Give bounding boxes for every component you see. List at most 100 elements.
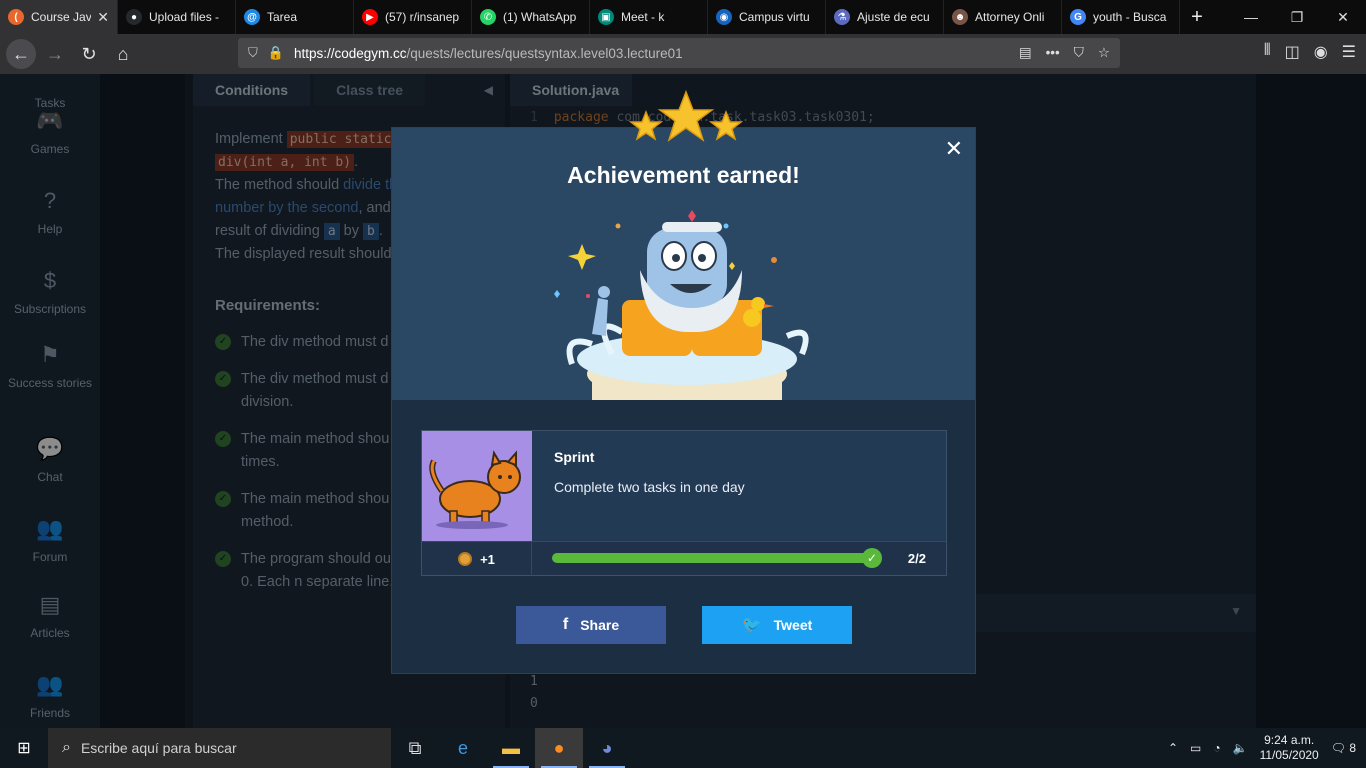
clock-date: 11/05/2020 bbox=[1259, 748, 1319, 762]
close-tab-icon[interactable]: ✕ bbox=[97, 9, 109, 26]
facebook-icon: f bbox=[562, 616, 569, 633]
restore-icon[interactable]: ❐ bbox=[1274, 0, 1320, 34]
url-host: https://codegym.cc bbox=[293, 45, 407, 61]
browser-tab[interactable]: ◉ Campus virtu bbox=[708, 0, 826, 34]
browser-tab[interactable]: ☻ Attorney Onli bbox=[944, 0, 1062, 34]
discord-icon[interactable]: ◕ bbox=[583, 728, 631, 768]
tab-label: Campus virtu bbox=[739, 10, 810, 24]
page-content: Tasks 🎮 Games? Help $ Subscriptions ⚑ Success s… bbox=[0, 74, 1366, 728]
tab-label: youth - Busca bbox=[1093, 10, 1167, 24]
tab-favicon-icon: ▶ bbox=[362, 9, 378, 25]
check-icon: ✓ bbox=[862, 548, 882, 568]
reload-icon[interactable]: ↻ bbox=[74, 39, 104, 69]
windows-taskbar: ⊞ ⌕ Escribe aquí para buscar ⧉ e ▬ ● ◕ ⌃ … bbox=[0, 728, 1366, 768]
home-icon[interactable]: ⌂ bbox=[108, 39, 138, 69]
tab-label: (57) r/insanep bbox=[385, 10, 460, 24]
menu-icon[interactable]: ☰ bbox=[1342, 42, 1356, 62]
tweet-button[interactable]: 🐦 Tweet bbox=[702, 606, 852, 644]
wifi-icon[interactable]: ◔ bbox=[1213, 741, 1220, 755]
share-button[interactable]: f Share bbox=[516, 606, 666, 644]
lock-icon: 🔒 bbox=[267, 45, 284, 60]
tab-favicon-icon: ✆ bbox=[480, 9, 496, 25]
system-tray: ⌃ ▭ ◔ 🔈 9:24 a.m. 11/05/2020 🗨 8 bbox=[1168, 733, 1366, 763]
tab-label: Upload files - bbox=[149, 10, 220, 24]
clock-time: 9:24 a.m. bbox=[1264, 733, 1315, 747]
tab-favicon-icon: ⚗ bbox=[834, 9, 850, 25]
achievement-modal: ✕ Achievement earned! Sprint Complete tw… bbox=[391, 89, 976, 674]
browser-tab[interactable]: ▶ (57) r/insanep bbox=[354, 0, 472, 34]
chevron-up-icon[interactable]: ⌃ bbox=[1168, 741, 1178, 755]
reward-value: +1 bbox=[480, 551, 495, 567]
progress-bar bbox=[552, 553, 878, 563]
achievement-description: Complete two tasks in one day bbox=[554, 479, 745, 495]
account-icon[interactable]: ◉ bbox=[1314, 42, 1328, 62]
more-actions-icon[interactable]: ••• bbox=[1046, 45, 1060, 61]
reader-view-icon[interactable]: ▤ bbox=[1019, 45, 1032, 61]
clock[interactable]: 9:24 a.m. 11/05/2020 bbox=[1260, 733, 1319, 763]
achievement-info: Sprint Complete two tasks in one day bbox=[532, 431, 946, 541]
tab-label: Attorney Onli bbox=[975, 10, 1045, 24]
browser-nav-bar: ← → ↻ ⌂ ⛉ 🔒 https://codegym.cc/quests/le… bbox=[0, 34, 1366, 74]
close-icon[interactable]: ✕ bbox=[945, 136, 963, 162]
cat-icon bbox=[429, 450, 521, 529]
tab-favicon-icon: ( bbox=[8, 9, 24, 25]
close-window-icon[interactable]: ✕ bbox=[1320, 0, 1366, 34]
browser-tab[interactable]: ✆ (1) WhatsApp bbox=[472, 0, 590, 34]
shield-icon[interactable]: ⛉ bbox=[248, 45, 258, 61]
achievement-image bbox=[422, 431, 532, 541]
browser-tab[interactable]: ⚗ Ajuste de ecu bbox=[826, 0, 944, 34]
tab-label: (1) WhatsApp bbox=[503, 10, 577, 24]
progress-count: 2/2 bbox=[907, 551, 926, 566]
pocket-icon[interactable]: ⛉ bbox=[1074, 45, 1084, 61]
tab-favicon-icon: ☻ bbox=[952, 9, 968, 25]
task-view-icon[interactable]: ⧉ bbox=[391, 728, 439, 768]
search-placeholder: Escribe aquí para buscar bbox=[80, 740, 237, 756]
minimize-icon[interactable]: — bbox=[1228, 0, 1274, 34]
browser-tab[interactable]: ▣ Meet - k bbox=[590, 0, 708, 34]
browser-tab[interactable]: ( Course Java ✕ bbox=[0, 0, 118, 34]
tab-label: Ajuste de ecu bbox=[857, 10, 930, 24]
forward-icon[interactable]: → bbox=[40, 39, 70, 69]
notifications-icon[interactable]: 🗨 8 bbox=[1331, 741, 1356, 755]
medal-icon bbox=[458, 552, 473, 566]
file-explorer-icon[interactable]: ▬ bbox=[487, 728, 535, 768]
tweet-label: Tweet bbox=[773, 617, 813, 633]
window-controls: — ❐ ✕ bbox=[1228, 0, 1366, 34]
edge-icon[interactable]: e bbox=[439, 728, 487, 768]
achievement-footer: +1 ✓ 2/2 bbox=[422, 541, 946, 576]
robot-bath-illustration bbox=[554, 210, 809, 400]
browser-tab[interactable]: Gyouth - Busca bbox=[1062, 0, 1180, 34]
modal-header: ✕ Achievement earned! bbox=[392, 89, 975, 400]
sidebar-toggle-icon[interactable]: ◫ bbox=[1285, 42, 1300, 62]
firefox-icon[interactable]: ● bbox=[535, 728, 583, 768]
address-bar[interactable]: ⛉ 🔒 https://codegym.cc/quests/lectures/q… bbox=[238, 38, 1120, 68]
windows-start-icon[interactable]: ⊞ bbox=[0, 728, 48, 768]
modal-title: Achievement earned! bbox=[567, 162, 800, 188]
bookmark-star-icon[interactable]: ☆ bbox=[1098, 45, 1110, 61]
new-tab-button[interactable]: + bbox=[1180, 0, 1214, 34]
tab-favicon-icon: G bbox=[1070, 9, 1086, 25]
battery-icon[interactable]: ▭ bbox=[1190, 741, 1201, 755]
share-label: Share bbox=[580, 617, 620, 633]
notification-count: 8 bbox=[1349, 741, 1356, 755]
browser-tab[interactable]: @ Tarea bbox=[236, 0, 354, 34]
browser-tab-bar: ( Course Java ✕ ● Upload files - @ Tarea ▶ (57) … bbox=[0, 0, 1366, 34]
volume-icon[interactable]: 🔈 bbox=[1233, 741, 1248, 755]
twitter-icon: 🐦 bbox=[741, 617, 762, 634]
back-icon[interactable]: ← bbox=[6, 39, 36, 69]
tab-favicon-icon: ▣ bbox=[598, 9, 614, 25]
achievement-name: Sprint bbox=[554, 449, 595, 465]
library-icon[interactable]: ⫴ bbox=[1264, 42, 1271, 62]
tab-label: Meet - k bbox=[621, 10, 665, 24]
tab-favicon-icon: @ bbox=[244, 9, 260, 25]
achievement-card: Sprint Complete two tasks in one day +1 … bbox=[421, 430, 947, 576]
progress-fill bbox=[552, 553, 878, 563]
browser-tab[interactable]: ● Upload files - bbox=[118, 0, 236, 34]
tab-favicon-icon: ● bbox=[126, 9, 142, 25]
reward-badge: +1 bbox=[422, 542, 532, 576]
search-icon: ⌕ bbox=[62, 739, 71, 756]
url-path: /quests/lectures/questsyntax.level03.lec… bbox=[406, 45, 683, 61]
tab-favicon-icon: ◉ bbox=[716, 9, 732, 25]
taskbar-search[interactable]: ⌕ Escribe aquí para buscar bbox=[48, 728, 391, 768]
tab-label: Course Java bbox=[31, 10, 92, 24]
